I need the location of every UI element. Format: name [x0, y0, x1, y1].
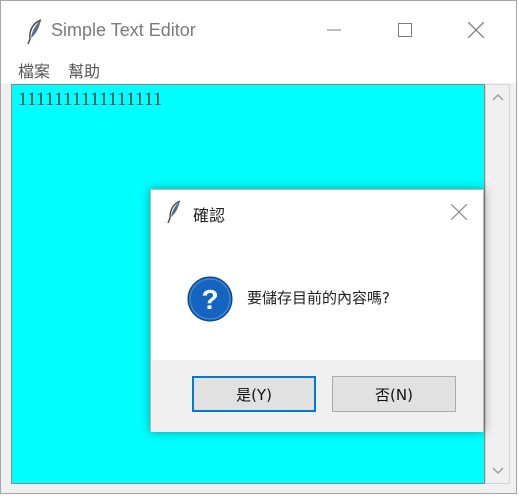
svg-text:?: ? [201, 284, 218, 315]
menu-help[interactable]: 幫助 [68, 58, 100, 82]
scroll-up-button[interactable] [486, 85, 509, 109]
maximize-icon [398, 23, 412, 37]
editor-content: 1111111111111111 [18, 89, 163, 110]
chevron-up-icon [491, 93, 504, 101]
close-icon [451, 204, 467, 220]
feather-icon [27, 19, 42, 45]
minimize-icon [327, 29, 341, 31]
dialog-message: 要儲存目前的內容嗎? [247, 289, 390, 307]
question-icon: ? [187, 276, 233, 322]
close-button[interactable] [453, 7, 499, 53]
minimize-button[interactable] [311, 7, 357, 53]
dialog-close-button[interactable] [447, 200, 471, 224]
feather-icon [167, 200, 181, 224]
yes-button[interactable]: 是(Y) [192, 376, 316, 412]
maximize-button[interactable] [382, 7, 428, 53]
chevron-down-icon [491, 467, 504, 475]
scroll-down-button[interactable] [486, 459, 509, 483]
window-title: Simple Text Editor [51, 20, 196, 40]
dialog-title: 確認 [193, 206, 226, 225]
confirm-dialog: 確認 ? 要儲存目前的內容嗎? 是(Y) 否(N) [150, 189, 484, 432]
close-icon [468, 22, 484, 38]
title-bar[interactable]: Simple Text Editor [1, 1, 516, 53]
menu-file[interactable]: 檔案 [18, 58, 50, 82]
vertical-scrollbar[interactable] [485, 84, 510, 484]
menu-bar: 檔案 幫助 [1, 53, 516, 83]
dialog-button-bar: 是(Y) 否(N) [151, 360, 483, 432]
no-button[interactable]: 否(N) [332, 376, 456, 412]
